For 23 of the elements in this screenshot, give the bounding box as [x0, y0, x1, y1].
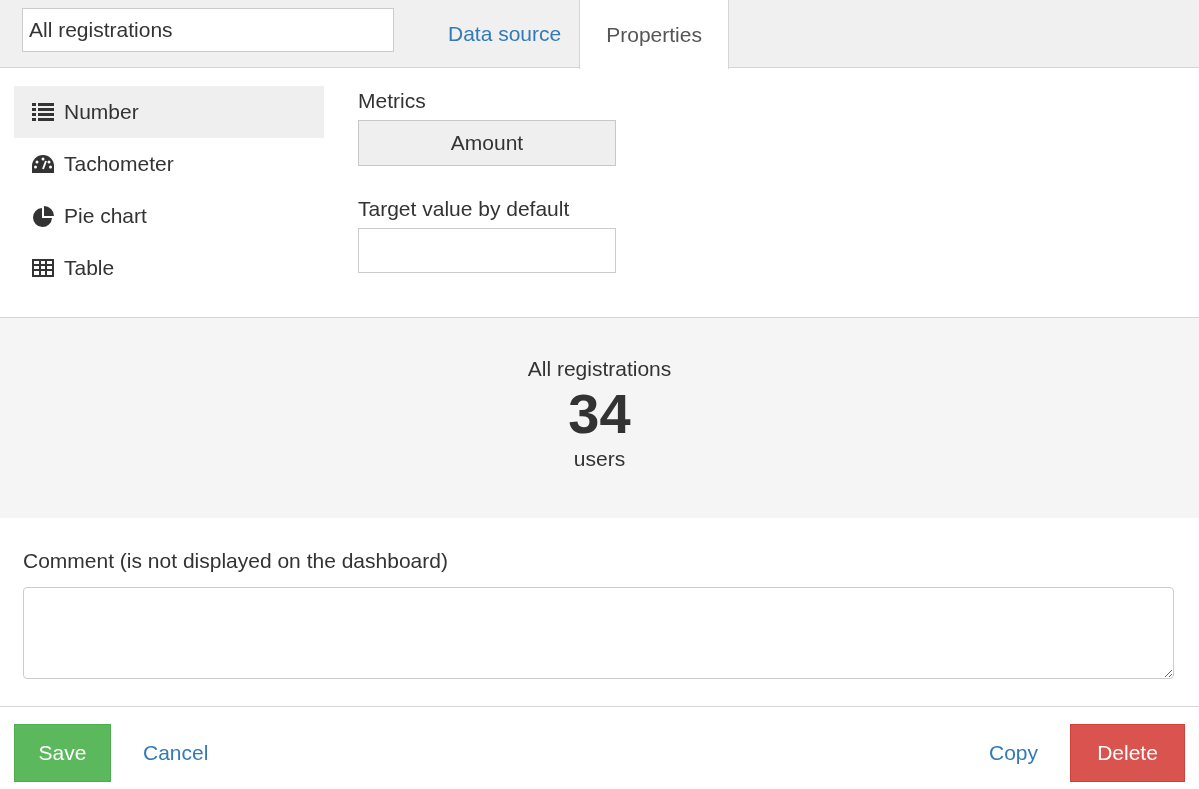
view-type-item[interactable]: Number — [14, 86, 324, 138]
table-icon — [32, 259, 54, 277]
preview-unit: users — [573, 446, 626, 472]
copy-link[interactable]: Copy — [988, 737, 1038, 769]
comment-field[interactable] — [23, 587, 1174, 679]
target-field[interactable] — [358, 228, 616, 273]
name-field[interactable]: All registrations — [22, 8, 394, 52]
delete-button[interactable]: Delete — [1070, 724, 1185, 782]
preview-title: All registrations — [527, 356, 672, 382]
view-type-item[interactable]: Pie chart — [14, 190, 324, 242]
target-label: Target value by default — [358, 196, 571, 222]
comment-label: Comment (is not displayed on the dashboard) — [23, 548, 449, 574]
list-icon — [32, 103, 54, 121]
preview-value: 34 — [568, 382, 631, 446]
tachometer-icon — [32, 155, 54, 173]
metrics-label: Metrics — [358, 88, 427, 114]
pie-chart-icon — [32, 205, 54, 227]
tab[interactable]: Properties — [579, 0, 729, 69]
cancel-link[interactable]: Cancel — [143, 737, 209, 769]
metrics-button[interactable]: Amount — [358, 120, 616, 166]
view-type-item[interactable]: Table — [14, 242, 324, 294]
view-type-item[interactable]: Tachometer — [14, 138, 324, 190]
tab[interactable]: Data source — [430, 0, 580, 68]
